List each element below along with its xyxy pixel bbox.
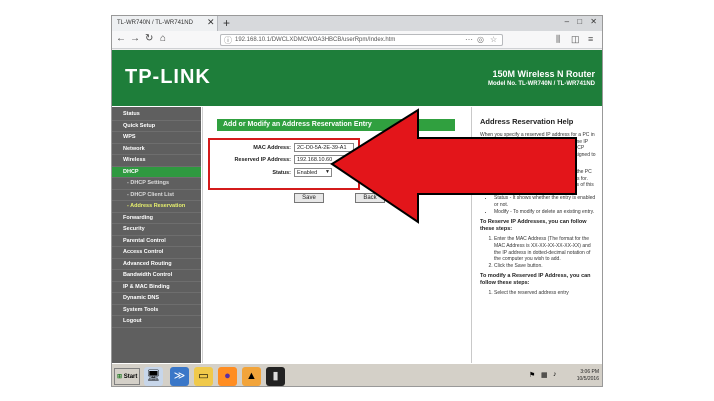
sidebar-item-wps[interactable]: WPS (112, 132, 201, 144)
status-label: Status: (272, 170, 291, 176)
folder-icon[interactable]: ▭ (194, 367, 213, 386)
mac-address-label: MAC Address: (253, 145, 291, 151)
sidebar-item-system-tools[interactable]: System Tools (112, 305, 201, 316)
clock[interactable]: 3:06 PM 10/5/2016 (577, 369, 599, 383)
new-tab-button[interactable]: + (223, 16, 230, 30)
tab-title: TL-WR740N / TL-WR741ND (117, 20, 193, 26)
tp-link-logo: TP-LINK (125, 66, 211, 88)
sidebar-icon[interactable]: ◫ (571, 34, 580, 45)
sidebar-item-ip-mac-binding[interactable]: IP & MAC Binding (112, 282, 201, 293)
explorer-icon[interactable]: 🖥 (144, 367, 163, 386)
powershell-icon[interactable]: ≫ (170, 367, 189, 386)
sidebar-item-dhcp-settings[interactable]: - DHCP Settings (112, 178, 201, 190)
more-options-icon[interactable]: ⋯ (465, 35, 473, 44)
sidebar-item-network[interactable]: Network (112, 144, 201, 155)
red-pointer-arrow-icon (330, 108, 577, 224)
taskbar: ⊞ Start 🖥 ≫ ▭ ● ▲ ▮ ⚑ ▦ ♪ 3:06 PM 10/5/2… (112, 363, 602, 386)
browser-tab-bar: TL-WR740N / TL-WR741ND ✕ + – □ ✕ (112, 16, 602, 31)
model-title: 150M Wireless N Router (492, 69, 595, 79)
start-button[interactable]: ⊞ Start (114, 368, 140, 385)
network-icon[interactable]: ▦ (541, 371, 548, 379)
sidebar-menu: Status Quick Setup WPS Network Wireless DHCP -… (112, 107, 201, 363)
sidebar-item-logout[interactable]: Logout (112, 316, 201, 328)
sidebar-item-wireless[interactable]: Wireless (112, 155, 201, 167)
sidebar-item-parental-control[interactable]: Parental Control (112, 236, 201, 247)
terminal-icon[interactable]: ▮ (266, 367, 285, 386)
sidebar-item-advanced-routing[interactable]: Advanced Routing (112, 259, 201, 270)
firefox-icon[interactable]: ● (218, 367, 237, 386)
pocket-icon[interactable]: ◎ (477, 35, 484, 44)
menu-icon[interactable]: ≡ (588, 34, 593, 44)
sidebar-item-address-reservation[interactable]: - Address Reservation (112, 201, 201, 213)
sidebar-item-access-control[interactable]: Access Control (112, 247, 201, 259)
sidebar-item-security[interactable]: Security (112, 224, 201, 236)
arrow-shape (330, 108, 577, 224)
sidebar-item-dhcp-client-list[interactable]: - DHCP Client List (112, 190, 201, 201)
clock-date: 10/5/2016 (576, 376, 599, 382)
modify-step-item: Select the reserved address entry (494, 290, 598, 297)
save-button[interactable]: Save (294, 193, 324, 203)
url-text[interactable]: 192.168.10.1/DWCLXDMCWOA3HBCB/userRpm/In… (235, 37, 395, 43)
browser-nav-bar: ← → ↻ ⌂ ⓘ 192.168.10.1/DWCLXDMCWOA3HBCB/… (112, 31, 602, 49)
library-icon[interactable]: ⫼ (556, 34, 560, 45)
modify-heading: To modify a Reserved IP Address, you can… (480, 273, 591, 286)
sidebar-item-forwarding[interactable]: Forwarding (112, 213, 201, 224)
volume-icon[interactable]: ♪ (553, 371, 557, 378)
flag-icon[interactable]: ⚑ (529, 371, 535, 379)
close-tab-icon[interactable]: ✕ (207, 17, 215, 28)
reserve-step-item: Enter the MAC Address (The format for th… (494, 236, 598, 262)
bookmark-star-icon[interactable]: ☆ (490, 35, 497, 44)
sidebar-item-dynamic-dns[interactable]: Dynamic DNS (112, 293, 201, 305)
info-icon[interactable]: ⓘ (224, 35, 232, 46)
system-tray: ⚑ ▦ ♪ 3:06 PM 10/5/2016 (527, 367, 601, 386)
reserve-steps-list: Enter the MAC Address (The format for th… (480, 236, 598, 269)
start-label: Start (123, 374, 138, 380)
page-header: TP-LINK 150M Wireless N Router Model No.… (112, 50, 602, 106)
windows-logo-icon: ⊞ (117, 374, 123, 380)
window-controls[interactable]: – □ ✕ (565, 17, 600, 26)
url-bar[interactable]: ⓘ 192.168.10.1/DWCLXDMCWOA3HBCB/userRpm/… (220, 34, 503, 46)
browser-tab[interactable]: TL-WR740N / TL-WR741ND ✕ (112, 16, 218, 31)
sidebar-item-status[interactable]: Status (112, 109, 201, 121)
modify-steps-list: Select the reserved address entry (480, 290, 598, 297)
forward-arrow-icon[interactable]: → (130, 33, 140, 44)
status-selected-value: Enabled (297, 170, 318, 176)
reserve-step-item: Click the Save button. (494, 263, 598, 270)
status-select[interactable]: Enabled ▼ (294, 168, 332, 177)
back-arrow-icon[interactable]: ← (116, 33, 126, 44)
vlc-icon[interactable]: ▲ (242, 367, 261, 386)
sidebar-item-dhcp[interactable]: DHCP (112, 166, 201, 178)
clock-time: 3:06 PM (580, 369, 599, 375)
home-icon[interactable]: ⌂ (160, 33, 166, 44)
sidebar-item-quick-setup[interactable]: Quick Setup (112, 121, 201, 132)
sidebar-item-bandwidth-control[interactable]: Bandwidth Control (112, 270, 201, 282)
reserved-ip-label: Reserved IP Address: (234, 157, 291, 163)
model-number: Model No. TL-WR740N / TL-WR741ND (487, 81, 595, 87)
reload-icon[interactable]: ↻ (145, 33, 153, 44)
